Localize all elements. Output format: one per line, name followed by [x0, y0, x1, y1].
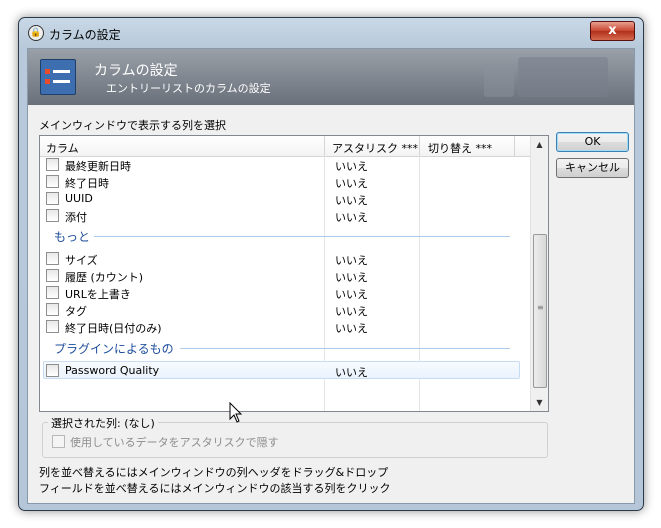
list-item[interactable]: 添付 いいえ: [40, 207, 531, 224]
list-item[interactable]: 最終更新日時 いいえ: [40, 156, 531, 173]
column-name: タグ: [65, 305, 87, 318]
list-item[interactable]: 終了日時(日付のみ) いいえ: [40, 318, 531, 335]
column-checkbox[interactable]: [46, 158, 59, 171]
header-toggle[interactable]: 切り替え ***: [428, 140, 492, 156]
column-settings-icon: [40, 59, 76, 95]
list-item[interactable]: Password Quality いいえ: [40, 362, 531, 379]
asterisk-value: いいえ: [335, 305, 368, 318]
dialog-client: カラムの設定 エントリーリストのカラムの設定 メインウィンドウで表示する列を選択…: [27, 48, 635, 504]
asterisk-value: いいえ: [335, 177, 368, 190]
column-checkbox[interactable]: [46, 320, 59, 333]
asterisk-value: いいえ: [335, 160, 368, 173]
column-checkbox[interactable]: [46, 303, 59, 316]
ok-button[interactable]: OK: [556, 132, 629, 152]
header-divider[interactable]: [324, 136, 325, 156]
list-header: カラム アスタリスク *** 切り替え ***: [40, 136, 531, 157]
header-divider[interactable]: [419, 136, 420, 156]
asterisk-value: いいえ: [335, 366, 368, 379]
list-item[interactable]: 終了日時 いいえ: [40, 173, 531, 190]
column-name: サイズ: [65, 254, 98, 267]
list-item[interactable]: 履歴 (カウント) いいえ: [40, 267, 531, 284]
column-name: UUID: [65, 192, 93, 205]
list-item[interactable]: URLを上書き いいえ: [40, 284, 531, 301]
asterisk-value: いいえ: [335, 288, 368, 301]
title-bar[interactable]: 🔒 カラムの設定 x: [19, 18, 643, 48]
column-name: 終了日時: [65, 177, 109, 190]
column-list[interactable]: カラム アスタリスク *** 切り替え *** 最終更新日時 いいえ 終了日時 …: [39, 135, 549, 412]
help-text-reorder-fields: フィールドを並べ替えるにはメインウィンドウの該当する列をクリック: [39, 482, 391, 495]
banner-decoration: [484, 67, 514, 97]
banner-subtitle: エントリーリストのカラムの設定: [106, 82, 271, 95]
column-name: 終了日時(日付のみ): [65, 322, 162, 335]
hide-with-asterisks-checkbox: [52, 435, 65, 448]
asterisk-value: いいえ: [335, 322, 368, 335]
group-header-plugin: プラグインによるもの: [54, 342, 174, 356]
list-item[interactable]: UUID いいえ: [40, 190, 531, 207]
column-checkbox[interactable]: [46, 252, 59, 265]
column-checkbox[interactable]: [46, 269, 59, 282]
column-name: URLを上書き: [65, 288, 131, 301]
column-checkbox[interactable]: [46, 192, 59, 205]
column-name: Password Quality: [65, 364, 160, 377]
column-checkbox[interactable]: [46, 209, 59, 222]
dialog-window: 🔒 カラムの設定 x カラムの設定 エントリーリストのカラムの設定 メインウィン…: [18, 17, 644, 511]
header-asterisk[interactable]: アスタリスク ***: [332, 140, 418, 156]
asterisk-value: いいえ: [335, 211, 368, 224]
list-item[interactable]: サイズ いいえ: [40, 250, 531, 267]
header-divider[interactable]: [514, 136, 515, 156]
mouse-pointer-icon: [229, 402, 243, 423]
header-column[interactable]: カラム: [46, 140, 79, 156]
select-columns-label: メインウィンドウで表示する列を選択: [39, 119, 226, 132]
column-checkbox[interactable]: [46, 175, 59, 188]
scroll-down-arrow-icon[interactable]: ▼: [531, 394, 548, 411]
column-name: 最終更新日時: [65, 160, 131, 173]
asterisk-value: いいえ: [335, 254, 368, 267]
scroll-thumb[interactable]: ≡: [533, 234, 547, 388]
grip-icon: ≡: [537, 303, 544, 312]
vertical-scrollbar[interactable]: ▲ ≡ ▼: [530, 136, 548, 411]
column-checkbox[interactable]: [46, 286, 59, 299]
window-title: カラムの設定: [49, 28, 121, 42]
lock-icon: 🔒: [28, 25, 44, 41]
banner-decoration: [518, 57, 608, 97]
column-checkbox[interactable]: [46, 364, 59, 377]
asterisk-value: いいえ: [335, 271, 368, 284]
cancel-button[interactable]: キャンセル: [556, 158, 629, 178]
list-item[interactable]: タグ いいえ: [40, 301, 531, 318]
group-divider: [94, 236, 510, 237]
column-name: 履歴 (カウント): [65, 271, 144, 284]
help-text-reorder-columns: 列を並べ替えるにはメインウィンドウの列ヘッダをドラッグ&ドロップ: [39, 466, 389, 479]
group-divider: [180, 348, 510, 349]
hide-with-asterisks-label: 使用しているデータをアスタリスクで隠す: [70, 436, 279, 449]
selected-column-title: 選択された列: (なし): [48, 415, 158, 431]
asterisk-value: いいえ: [335, 194, 368, 207]
scroll-up-arrow-icon[interactable]: ▲: [531, 136, 548, 153]
header-banner: カラムの設定 エントリーリストのカラムの設定: [28, 49, 634, 105]
group-header-more: もっと: [54, 230, 91, 244]
close-button[interactable]: x: [590, 21, 635, 41]
banner-title: カラムの設定: [94, 63, 178, 79]
column-name: 添付: [65, 211, 87, 224]
